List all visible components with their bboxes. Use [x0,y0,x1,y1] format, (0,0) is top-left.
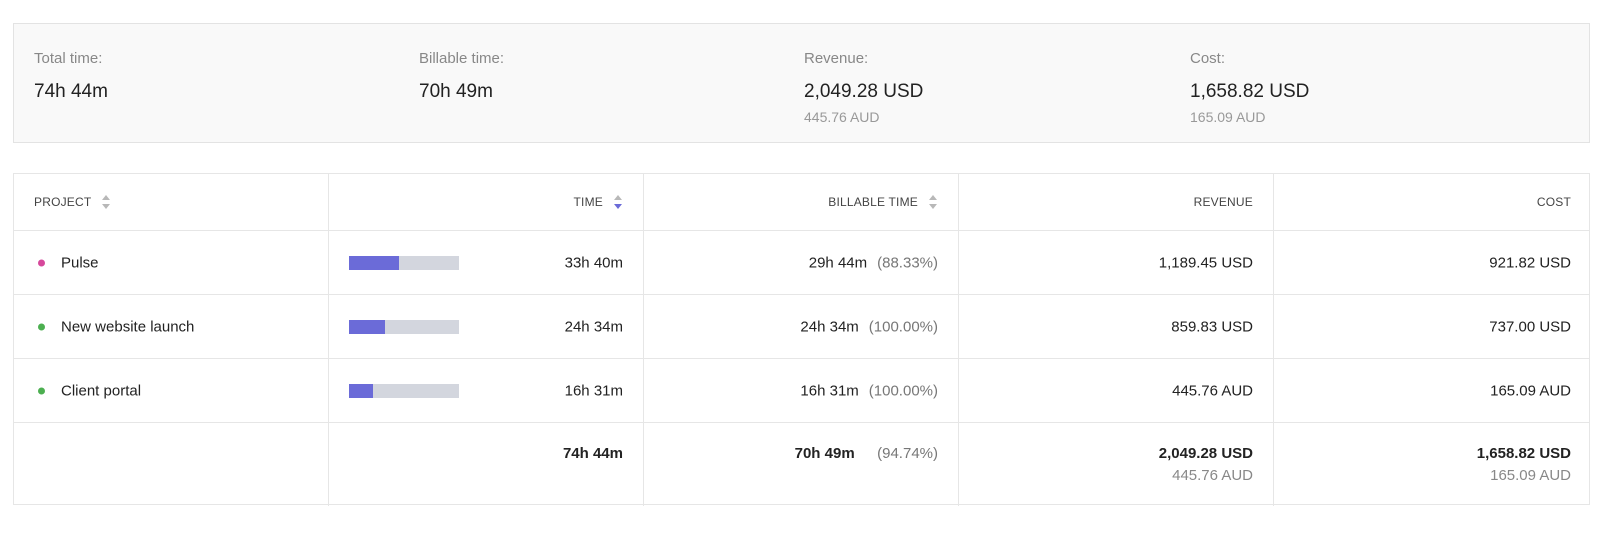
cost-value: 165.09 AUD [1490,382,1571,399]
totals-time-value: 74h 44m [562,445,623,462]
revenue-cell: 1,189.45 USD [959,231,1274,294]
header-revenue-cell: REVENUE [959,174,1274,230]
totals-revenue-cell: 2,049.28 USD 445.76 AUD [959,423,1274,506]
billable-value: 29h 44m [808,254,868,271]
summary-panel: Total time: 74h 44m Billable time: 70h 4… [13,23,1590,143]
billable-value: 16h 31m [800,382,859,399]
project-color-dot [38,259,45,266]
summary-value: 70h 49m [419,81,493,102]
totals-revenue-value: 2,049.28 USD [1158,445,1253,462]
project-cell[interactable]: Client portal [14,359,329,422]
time-progress-bar [349,319,459,334]
billable-cell: 29h 44m (88.33%) [644,231,959,294]
table-row[interactable]: New website launch 24h 34m 24h 34m (100.… [14,295,1589,359]
revenue-cell: 859.83 USD [959,295,1274,358]
time-value: 33h 40m [564,254,623,271]
billable-percent: (88.33%) [877,254,938,271]
revenue-cell: 445.76 AUD [959,359,1274,422]
revenue-value: 859.83 USD [1171,318,1253,335]
time-progress-fill [349,319,386,334]
time-value: 16h 31m [564,382,623,399]
project-color-dot [38,387,45,394]
header-time-label[interactable]: TIME [574,195,603,209]
billable-percent: (100.00%) [868,382,938,399]
header-cost-label: COST [1536,195,1571,209]
summary-value: 74h 44m [34,81,108,102]
summary-label: Total time: [34,50,103,67]
project-name[interactable]: Client portal [61,382,141,399]
header-time-cell[interactable]: TIME [329,174,644,230]
summary-value: 2,049.28 USD [804,81,924,102]
time-cell: 33h 40m [329,231,644,294]
sort-desc-icon[interactable] [613,194,623,210]
billable-cell: 16h 31m (100.00%) [644,359,959,422]
summary-billable-time: Billable time: 70h 49m [419,50,504,103]
revenue-value: 1,189.45 USD [1158,254,1253,271]
time-value: 24h 34m [564,318,623,335]
totals-billable-percent: (94.74%) [877,445,938,462]
cost-value: 921.82 USD [1489,254,1571,271]
time-progress-bar [349,383,459,398]
summary-value: 1,658.82 USD [1190,81,1310,102]
table-header-row: PROJECT TIME BILLABLE TIME REVENUE COST [14,174,1589,231]
summary-label: Cost: [1190,50,1226,67]
cost-cell: 737.00 USD [1274,295,1591,358]
project-name[interactable]: Pulse [61,254,99,271]
table-row[interactable]: Client portal 16h 31m 16h 31m (100.00%) … [14,359,1589,423]
project-cell[interactable]: Pulse [14,231,329,294]
sort-icon[interactable] [928,194,938,210]
cost-cell: 921.82 USD [1274,231,1591,294]
summary-label: Revenue: [804,50,869,67]
totals-empty-cell [14,423,329,506]
totals-revenue-sub: 445.76 AUD [1172,467,1253,484]
totals-cost-sub: 165.09 AUD [1490,467,1571,484]
summary-sub-value: 165.09 AUD [1190,109,1266,125]
project-cell[interactable]: New website launch [14,295,329,358]
cost-value: 737.00 USD [1489,318,1571,335]
sort-icon[interactable] [101,194,111,210]
totals-billable-cell: 70h 49m (94.74%) [644,423,959,506]
billable-cell: 24h 34m (100.00%) [644,295,959,358]
header-billable-cell[interactable]: BILLABLE TIME [644,174,959,230]
project-name[interactable]: New website launch [61,318,194,335]
header-project-label[interactable]: PROJECT [34,195,91,209]
header-revenue-label: REVENUE [1193,195,1253,209]
summary-cost: Cost: 1,658.82 USD 165.09 AUD [1190,50,1309,126]
cost-cell: 165.09 AUD [1274,359,1591,422]
billable-value: 24h 34m [800,318,859,335]
time-cell: 24h 34m [329,295,644,358]
totals-time-cell: 74h 44m [329,423,644,506]
header-project-cell[interactable]: PROJECT [14,174,329,230]
table-totals-row: 74h 44m 70h 49m (94.74%) 2,049.28 USD 44… [14,423,1589,506]
revenue-value: 445.76 AUD [1172,382,1253,399]
time-progress-bar [349,255,459,270]
time-cell: 16h 31m [329,359,644,422]
project-color-dot [38,323,45,330]
projects-table: PROJECT TIME BILLABLE TIME REVENUE COST [13,173,1590,506]
time-progress-fill [349,255,399,270]
summary-sub-value: 445.76 AUD [804,109,880,125]
totals-cost-cell: 1,658.82 USD 165.09 AUD [1274,423,1591,506]
totals-cost-value: 1,658.82 USD [1476,445,1571,462]
header-cost-cell: COST [1274,174,1591,230]
summary-revenue: Revenue: 2,049.28 USD 445.76 AUD [804,50,923,126]
totals-billable-value: 70h 49m [794,445,855,462]
time-progress-fill [349,383,374,398]
summary-label: Billable time: [419,50,505,67]
table-row[interactable]: Pulse 33h 40m 29h 44m (88.33%) 1,189.45 … [14,231,1589,295]
summary-total-time: Total time: 74h 44m [34,50,108,103]
billable-percent: (100.00%) [868,318,938,335]
header-billable-label[interactable]: BILLABLE TIME [828,195,918,209]
